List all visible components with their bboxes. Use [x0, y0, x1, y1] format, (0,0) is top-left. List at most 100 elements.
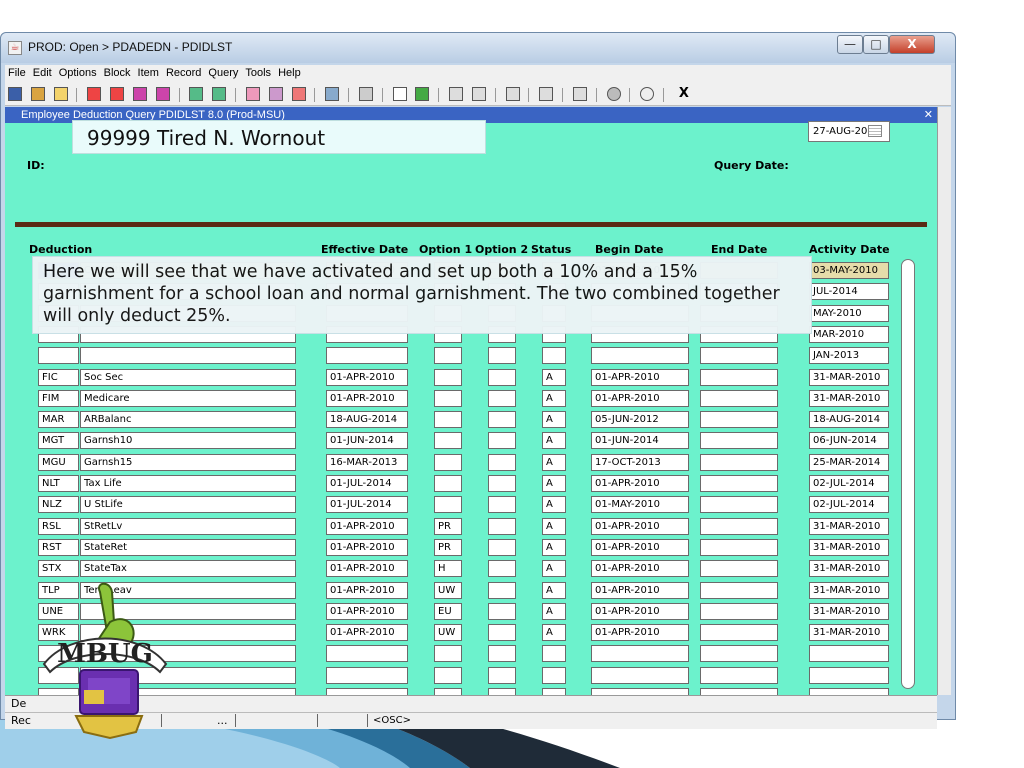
cell-desc[interactable]: U StLife — [80, 496, 296, 514]
cell-end[interactable] — [700, 389, 778, 407]
cell-begin[interactable]: 17-OCT-2013 — [591, 453, 689, 471]
cell-opt1[interactable] — [434, 411, 462, 429]
cell-activity[interactable]: 31-MAR-2010 — [809, 624, 889, 642]
cell-opt2[interactable] — [488, 602, 516, 620]
cell-desc[interactable]: Tax Life — [80, 475, 296, 492]
menu-block[interactable]: Block — [101, 65, 135, 79]
cell-code[interactable]: STX — [38, 560, 79, 578]
cell-opt2[interactable] — [488, 538, 516, 556]
cell-activity[interactable]: 02-JUL-2014 — [809, 496, 889, 514]
table-row[interactable]: RSL StRetLv 01-APR-2010 PR A 01-APR-2010 31-MA… — [5, 516, 937, 537]
cell-opt2[interactable] — [488, 347, 516, 365]
cell-begin[interactable]: 01-APR-2010 — [591, 389, 689, 407]
table-row[interactable]: MGU Garnsh15 16-MAR-2013 A 17-OCT-2013 25-MAR… — [5, 452, 937, 473]
cell-activity[interactable]: JUL-2014 — [809, 283, 889, 301]
table-scrollbar[interactable] — [901, 259, 915, 689]
cell-activity[interactable]: JAN-2013 — [809, 347, 889, 365]
cell-status[interactable]: A — [542, 411, 566, 429]
table-row[interactable]: NLZ U StLife 01-JUL-2014 A 01-MAY-2010 02-JUL… — [5, 494, 937, 515]
table-row[interactable]: FIM Medicare 01-APR-2010 A 01-APR-2010 31-MAR… — [5, 388, 937, 409]
table-row[interactable]: FIC Soc Sec 01-APR-2010 A 01-APR-2010 31-MAR-… — [5, 367, 937, 388]
network-icon[interactable] — [539, 87, 554, 101]
cell-end[interactable] — [700, 602, 778, 620]
cell-end[interactable] — [700, 666, 778, 684]
cell-eff[interactable] — [326, 645, 408, 663]
calendar-icon[interactable] — [868, 125, 882, 137]
table-row[interactable]: STX StateTax 01-APR-2010 H A 01-APR-2010 31-MA… — [5, 558, 937, 579]
cell-end[interactable] — [700, 411, 778, 429]
save-icon[interactable] — [8, 87, 22, 101]
cell-activity[interactable]: 31-MAR-2010 — [809, 560, 889, 578]
search-icon[interactable] — [392, 87, 407, 101]
cell-eff[interactable] — [326, 666, 408, 684]
cell-code[interactable]: NLZ — [38, 496, 79, 514]
cell-end[interactable] — [700, 560, 778, 578]
cell-activity[interactable]: 31-MAR-2010 — [809, 368, 889, 386]
cell-begin[interactable]: 01-APR-2010 — [591, 602, 689, 620]
cell-desc[interactable]: StateRet — [80, 538, 296, 556]
help-icon[interactable] — [606, 87, 621, 101]
exit-icon[interactable]: X — [679, 86, 689, 101]
insert-record-icon[interactable] — [87, 87, 102, 101]
cell-status[interactable] — [542, 347, 566, 365]
cell-activity[interactable] — [809, 645, 889, 663]
cell-begin[interactable]: 01-APR-2010 — [591, 581, 689, 599]
cell-opt2[interactable] — [488, 368, 516, 386]
cell-opt2[interactable] — [488, 475, 516, 492]
cell-begin[interactable]: 01-APR-2010 — [591, 475, 689, 492]
cell-code[interactable]: NLT — [38, 475, 79, 492]
menu-help[interactable]: Help — [275, 65, 305, 79]
cell-eff[interactable]: 01-APR-2010 — [326, 389, 408, 407]
cell-begin[interactable]: 01-JUN-2014 — [591, 432, 689, 450]
cell-end[interactable] — [700, 347, 778, 365]
cell-begin[interactable]: 01-APR-2010 — [591, 538, 689, 556]
cell-code[interactable]: MGT — [38, 432, 79, 450]
cell-eff[interactable]: 01-APR-2010 — [326, 624, 408, 642]
cell-eff[interactable]: 01-JUN-2014 — [326, 432, 408, 450]
previous-block-icon[interactable] — [132, 87, 147, 101]
cell-end[interactable] — [700, 538, 778, 556]
cell-status[interactable]: A — [542, 602, 566, 620]
cell-activity[interactable]: 31-MAR-2010 — [809, 517, 889, 535]
cell-opt1[interactable]: H — [434, 560, 462, 578]
minimize-button[interactable]: — — [837, 35, 863, 54]
select-icon[interactable] — [53, 87, 68, 101]
cell-opt1[interactable] — [434, 368, 462, 386]
cell-activity[interactable]: MAY-2010 — [809, 304, 889, 322]
cell-status[interactable]: A — [542, 496, 566, 514]
cell-desc[interactable]: Medicare — [80, 389, 296, 407]
remove-record-icon[interactable] — [110, 87, 125, 101]
cell-eff[interactable]: 18-AUG-2014 — [326, 411, 408, 429]
cell-activity[interactable]: 03-MAY-2010 — [809, 262, 889, 279]
cell-eff[interactable] — [326, 347, 408, 365]
cell-begin[interactable]: 01-APR-2010 — [591, 624, 689, 642]
close-window-button[interactable]: X — [889, 35, 935, 54]
cell-end[interactable] — [700, 432, 778, 450]
cell-begin[interactable]: 01-APR-2010 — [591, 560, 689, 578]
cell-begin[interactable]: 05-JUN-2012 — [591, 411, 689, 429]
cell-end[interactable] — [700, 496, 778, 514]
window-scrollbar[interactable] — [937, 107, 951, 695]
table-row[interactable]: RST StateRet 01-APR-2010 PR A 01-APR-2010 31-M… — [5, 537, 937, 558]
cell-opt1[interactable] — [434, 347, 462, 365]
cell-end[interactable] — [700, 517, 778, 535]
cell-activity[interactable]: 31-MAR-2010 — [809, 389, 889, 407]
menu-edit[interactable]: Edit — [30, 65, 56, 79]
cell-begin[interactable] — [591, 666, 689, 684]
cell-code[interactable]: RSL — [38, 517, 79, 535]
cell-status[interactable]: A — [542, 475, 566, 492]
clear-icon[interactable] — [325, 87, 340, 101]
cell-code[interactable]: FIC — [38, 368, 79, 386]
cell-code[interactable]: RST — [38, 538, 79, 556]
cell-begin[interactable]: 01-APR-2010 — [591, 368, 689, 386]
cell-status[interactable] — [542, 666, 566, 684]
table-row[interactable]: NLT Tax Life 01-JUL-2014 A 01-APR-2010 02-JUL… — [5, 473, 937, 494]
cell-eff[interactable]: 01-APR-2010 — [326, 602, 408, 620]
cell-opt2[interactable] — [488, 666, 516, 684]
cell-desc[interactable]: ARBalanc — [80, 411, 296, 429]
lightbulb-icon[interactable] — [640, 87, 655, 101]
maximize-button[interactable]: □ — [863, 35, 889, 54]
cell-begin[interactable]: 01-MAY-2010 — [591, 496, 689, 514]
cell-code[interactable] — [38, 347, 79, 365]
menu-options[interactable]: Options — [56, 65, 101, 79]
